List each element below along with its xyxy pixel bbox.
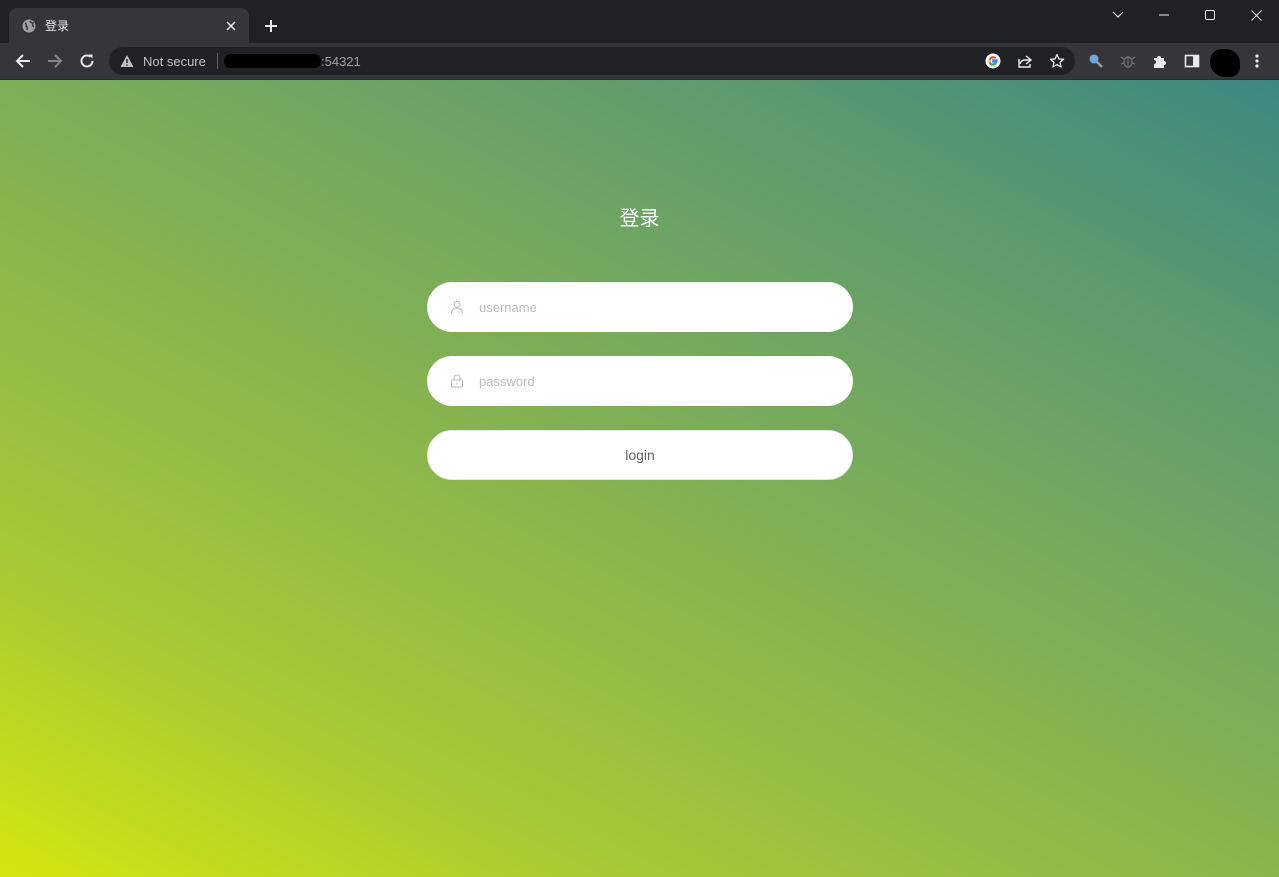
forward-icon[interactable]	[43, 49, 67, 73]
user-icon	[449, 299, 465, 315]
side-panel-icon[interactable]	[1180, 49, 1204, 73]
omnibox-divider	[217, 53, 218, 69]
address-bar[interactable]: Not secure :54321	[109, 47, 1075, 75]
minimize-icon[interactable]	[1141, 0, 1187, 30]
window-controls	[1141, 0, 1279, 30]
extensions-puzzle-icon[interactable]	[1148, 49, 1172, 73]
page-title: 登录	[619, 206, 660, 230]
globe-icon	[22, 19, 36, 33]
username-input[interactable]	[477, 298, 821, 316]
back-icon[interactable]	[11, 49, 35, 73]
warning-icon[interactable]	[120, 54, 134, 68]
tab-title: 登录	[45, 19, 70, 33]
share-icon[interactable]	[1015, 51, 1035, 71]
extension-bug-icon[interactable]	[1116, 49, 1140, 73]
extension-search-icon[interactable]	[1084, 49, 1108, 73]
login-button[interactable]: login	[427, 430, 853, 480]
password-field[interactable]	[427, 356, 853, 406]
close-tab-icon[interactable]	[223, 18, 239, 34]
redacted-host	[224, 54, 321, 68]
reload-icon[interactable]	[75, 49, 99, 73]
maximize-icon[interactable]	[1187, 0, 1233, 30]
browser-titlebar: 登录	[0, 0, 1279, 43]
url-text[interactable]: :54321	[321, 54, 361, 69]
tab-search-chevron-icon[interactable]	[1106, 4, 1130, 26]
google-icon[interactable]	[983, 51, 1003, 71]
close-window-icon[interactable]	[1233, 0, 1279, 30]
more-menu-icon[interactable]	[1245, 49, 1269, 73]
browser-tab[interactable]: 登录	[9, 8, 249, 43]
profile-avatar[interactable]	[1210, 49, 1240, 77]
username-field[interactable]	[427, 282, 853, 332]
password-input[interactable]	[477, 372, 821, 390]
bookmark-star-icon[interactable]	[1047, 51, 1067, 71]
browser-toolbar: Not secure :54321	[0, 43, 1279, 80]
page-viewport: 登录 login	[0, 80, 1279, 877]
security-label[interactable]: Not secure	[143, 54, 206, 69]
new-tab-button[interactable]	[260, 15, 282, 37]
lock-icon	[449, 373, 465, 389]
